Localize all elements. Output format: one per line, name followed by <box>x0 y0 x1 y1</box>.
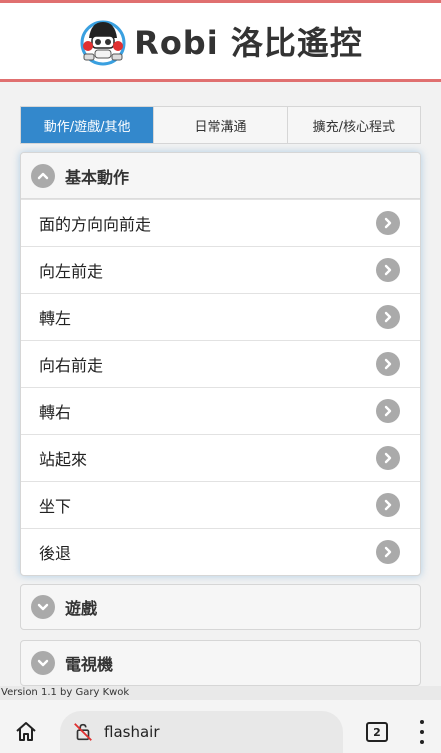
url-text: flashair <box>104 723 160 741</box>
list-item-label: 轉左 <box>39 309 72 328</box>
basic-actions-panel: 基本動作 面的方向向前走 向左前走 轉左 向右前走 轉右 站起來 坐下 後退 <box>20 152 421 576</box>
list-item-label: 後退 <box>39 544 72 563</box>
list-item[interactable]: 轉右 <box>21 387 420 434</box>
list-item[interactable]: 轉左 <box>21 293 420 340</box>
basic-actions-title: 基本動作 <box>65 167 130 187</box>
tab-switcher-button[interactable]: 2 <box>366 722 388 742</box>
tab-actions-games-other[interactable]: 動作/遊戲/其他 <box>21 107 154 143</box>
list-item[interactable]: 後退 <box>21 528 420 575</box>
games-section-header[interactable]: 遊戲 <box>20 584 421 630</box>
basic-actions-header[interactable]: 基本動作 <box>21 153 420 199</box>
chevron-right-icon <box>376 446 400 470</box>
list-item-label: 轉右 <box>39 403 72 422</box>
list-item-label: 向左前走 <box>39 262 104 281</box>
chevron-right-icon <box>376 493 400 517</box>
chevron-right-icon <box>376 352 400 376</box>
not-secure-icon[interactable] <box>72 721 94 743</box>
chevron-right-icon <box>376 399 400 423</box>
tab-bar: 動作/遊戲/其他 日常溝通 擴充/核心程式 <box>20 106 421 144</box>
games-section-title: 遊戲 <box>65 599 98 618</box>
list-item[interactable]: 站起來 <box>21 434 420 481</box>
list-item[interactable]: 向右前走 <box>21 340 420 387</box>
list-item[interactable]: 坐下 <box>21 481 420 528</box>
more-menu-icon[interactable] <box>418 720 426 744</box>
logo-area: Robi 洛比遙控 <box>78 16 363 66</box>
chevron-right-icon <box>376 211 400 235</box>
tv-section-header[interactable]: 電視機 <box>20 640 421 686</box>
list-item[interactable]: 面的方向向前走 <box>21 199 420 246</box>
tab-extensions-core[interactable]: 擴充/核心程式 <box>286 107 420 143</box>
robi-logo-icon <box>80 20 126 66</box>
chevron-up-icon <box>31 163 55 188</box>
tv-section-title: 電視機 <box>65 655 114 674</box>
home-icon[interactable] <box>14 720 38 744</box>
list-item-label: 向右前走 <box>39 356 104 375</box>
tab-daily-communication[interactable]: 日常溝通 <box>153 107 286 143</box>
list-item-label: 坐下 <box>39 497 72 516</box>
chevron-down-icon <box>31 651 55 675</box>
chevron-right-icon <box>376 305 400 329</box>
list-item[interactable]: 向左前走 <box>21 246 420 293</box>
chevron-down-icon <box>31 595 55 619</box>
app-header: Robi 洛比遙控 <box>0 3 441 82</box>
list-item-label: 站起來 <box>39 450 88 469</box>
list-item-label: 面的方向向前走 <box>39 215 152 234</box>
version-text: Version 1.1 by Gary Kwok <box>0 686 441 700</box>
chevron-right-icon <box>376 258 400 282</box>
chevron-right-icon <box>376 540 400 564</box>
url-bar[interactable]: flashair <box>60 711 343 753</box>
page-title: Robi 洛比遙控 <box>134 24 363 62</box>
